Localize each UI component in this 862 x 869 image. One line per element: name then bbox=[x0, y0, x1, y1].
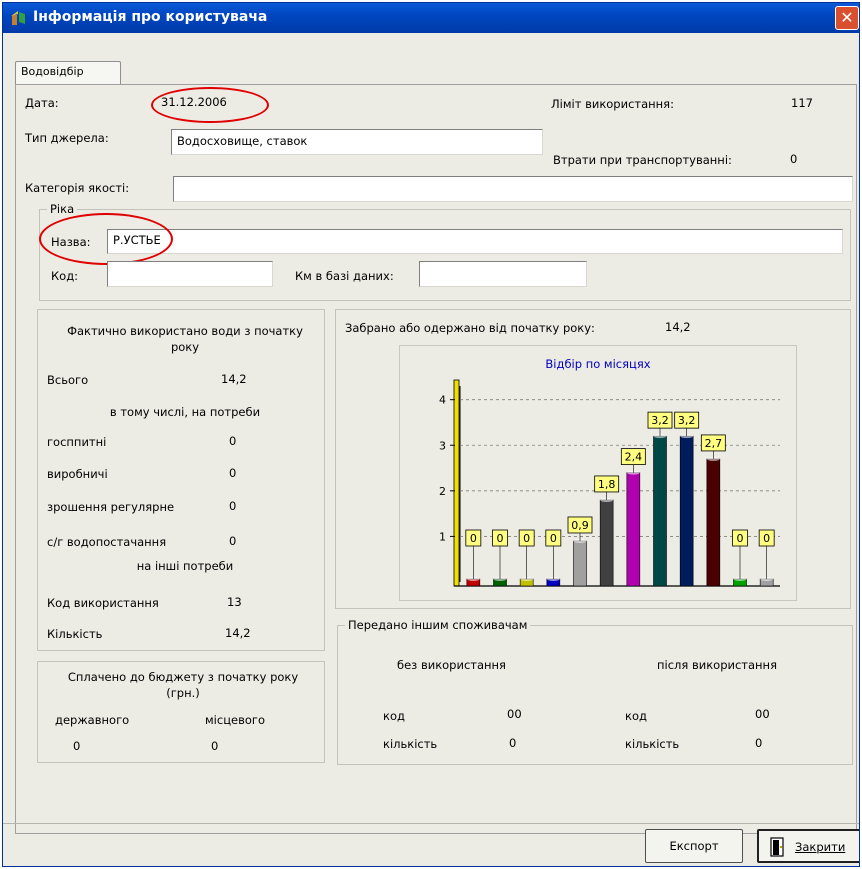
without-code-label: код bbox=[383, 709, 405, 723]
local-budget-value: 0 bbox=[211, 739, 219, 753]
data-label: 0 bbox=[550, 532, 557, 545]
quality-field[interactable] bbox=[173, 176, 853, 202]
river-code-label: Код: bbox=[51, 269, 79, 283]
data-label: 2,7 bbox=[705, 437, 723, 450]
chart-container: Відбір по місяцях 1 2 3 4 0 0 0 0 0,9 1,8 2,4 3,2 3,2… bbox=[399, 345, 797, 601]
export-button[interactable]: Експорт bbox=[645, 829, 743, 863]
data-label: 0 bbox=[523, 532, 530, 545]
tab-water-intake[interactable]: Водовідбір bbox=[15, 61, 121, 85]
data-label: 3,2 bbox=[678, 414, 696, 427]
budget-title: Сплачено до бюджету з початку року (грн.… bbox=[67, 670, 299, 700]
data-label: 0 bbox=[470, 532, 477, 545]
use-row-value: 0 bbox=[229, 534, 237, 548]
bar bbox=[599, 499, 614, 587]
close-icon[interactable]: ✕ bbox=[835, 6, 859, 30]
data-label: 0 bbox=[763, 532, 770, 545]
after-qty-value: 0 bbox=[755, 736, 763, 750]
highlight-ring bbox=[39, 213, 173, 265]
quantity-label: Кількість bbox=[47, 627, 103, 641]
data-label: 0,9 bbox=[571, 519, 589, 532]
limit-value: 117 bbox=[791, 96, 813, 110]
total-label: Всього bbox=[47, 373, 89, 387]
without-code-value: 00 bbox=[507, 707, 522, 721]
without-qty-value: 0 bbox=[509, 736, 517, 750]
monthly-chart: Відбір по місяцях 1 2 3 4 0 0 0 0 0,9 1,8 2,4 3,2 3,2… bbox=[439, 357, 780, 587]
without-use-label: без використання bbox=[397, 658, 506, 672]
use-row-value: 0 bbox=[229, 466, 237, 480]
bar bbox=[653, 435, 667, 587]
after-code-label: код bbox=[625, 709, 647, 723]
y-tick-label: 3 bbox=[439, 439, 446, 452]
use-row-value: 0 bbox=[229, 434, 237, 448]
y-tick-label: 2 bbox=[439, 485, 446, 498]
km-field[interactable] bbox=[419, 261, 587, 287]
incl-needs-label: в тому числі, на потреби bbox=[109, 405, 261, 419]
after-use-label: після використання bbox=[657, 658, 777, 672]
close-button[interactable]: Закрити bbox=[757, 829, 859, 863]
river-group-title: Ріка bbox=[47, 202, 78, 216]
window-title: Інформація про користувача bbox=[33, 9, 268, 25]
after-code-value: 00 bbox=[755, 707, 770, 721]
bar bbox=[573, 540, 587, 587]
quantity-value: 14,2 bbox=[225, 626, 251, 640]
use-row-label: госппитні bbox=[47, 435, 107, 449]
total-value: 14,2 bbox=[221, 372, 247, 386]
use-row-label: зрошення регулярне bbox=[47, 500, 175, 514]
separator bbox=[3, 823, 859, 824]
date-label: Дата: bbox=[25, 96, 59, 110]
data-label: 0 bbox=[497, 532, 504, 545]
state-budget-label: державного bbox=[55, 713, 130, 727]
user-info-window: Інформація про користувача ✕ Водовідбір … bbox=[2, 2, 860, 867]
actual-use-title: Фактично використано води з початку року bbox=[67, 324, 303, 354]
use-code-value: 13 bbox=[227, 595, 242, 609]
y-tick-label: 1 bbox=[439, 530, 446, 543]
bar bbox=[626, 472, 641, 587]
y-tick-label: 4 bbox=[439, 394, 446, 407]
use-row-label: с/г водопостачання bbox=[47, 535, 167, 549]
data-label: 1,8 bbox=[598, 478, 616, 491]
transport-loss-value: 0 bbox=[790, 152, 798, 166]
chart-title: Відбір по місяцях bbox=[545, 357, 650, 371]
source-type-field[interactable]: Водосховище, ставок bbox=[171, 129, 543, 155]
river-group bbox=[39, 209, 851, 301]
title-bar[interactable]: Інформація про користувача ✕ bbox=[3, 3, 859, 33]
bar bbox=[679, 435, 694, 587]
quality-label: Категорія якості: bbox=[25, 181, 130, 195]
use-code-label: Код використання bbox=[47, 596, 159, 610]
source-type-label: Тип джерела: bbox=[25, 131, 109, 145]
app-icon bbox=[11, 11, 25, 25]
transfer-group-title: Передано іншим споживачам bbox=[345, 618, 531, 632]
use-row-value: 0 bbox=[229, 499, 237, 513]
after-qty-label: кількість bbox=[625, 737, 680, 751]
river-name-field[interactable]: Р.УСТЬЕ bbox=[107, 229, 843, 254]
taken-value: 14,2 bbox=[665, 320, 691, 334]
bar bbox=[706, 458, 721, 587]
km-label: Км в базі даних: bbox=[295, 269, 394, 283]
without-qty-label: кількість bbox=[383, 737, 438, 751]
chart-wall bbox=[453, 379, 460, 587]
state-budget-value: 0 bbox=[73, 739, 81, 753]
door-icon bbox=[770, 837, 784, 857]
taken-label: Забрано або одержано від початку року: bbox=[345, 321, 595, 335]
local-budget-label: місцевого bbox=[205, 713, 265, 727]
transport-loss-label: Втрати при транспортуванні: bbox=[553, 153, 732, 167]
data-label: 2,4 bbox=[625, 451, 643, 464]
limit-label: Ліміт використання: bbox=[551, 97, 674, 111]
data-label: 3,2 bbox=[651, 414, 669, 427]
use-row-label: виробничі bbox=[47, 467, 108, 481]
river-code-field[interactable] bbox=[107, 261, 273, 287]
data-label: 0 bbox=[737, 532, 744, 545]
close-button-label: Закрити bbox=[795, 840, 846, 854]
highlight-ring bbox=[151, 87, 269, 123]
other-needs-label: на інші потреби bbox=[136, 559, 234, 573]
